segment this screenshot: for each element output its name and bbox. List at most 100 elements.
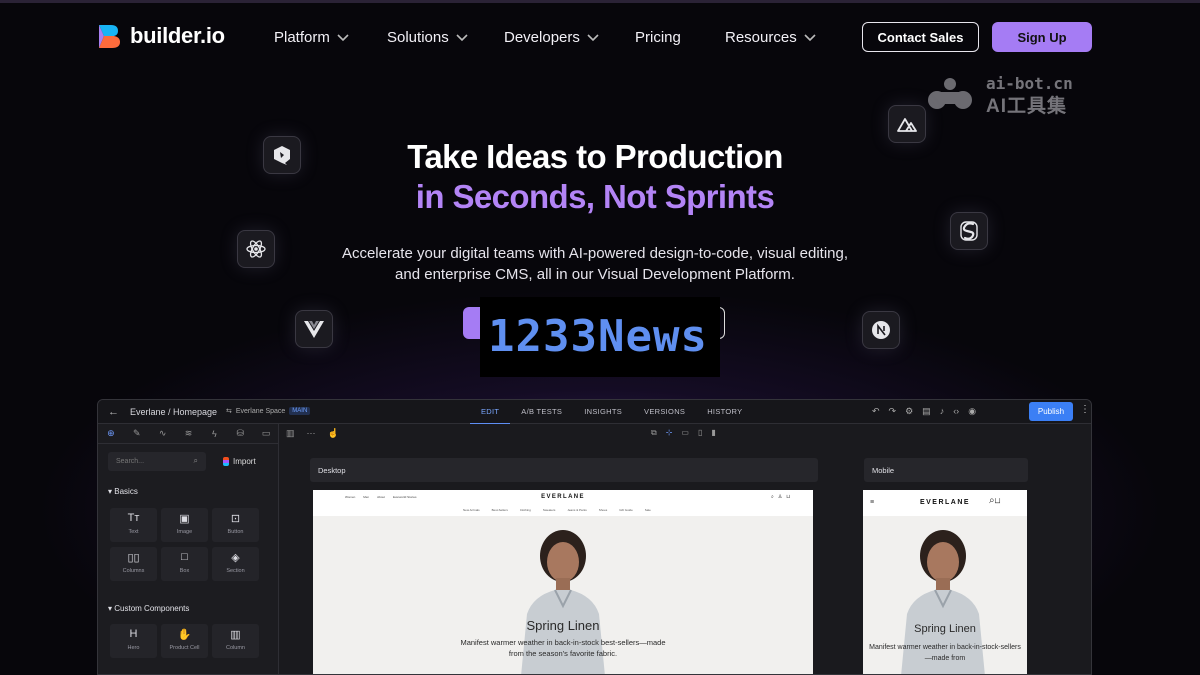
code-icon[interactable]: ‹› bbox=[953, 406, 959, 417]
space-tag: MAIN bbox=[289, 407, 311, 415]
site-header: Women Men About Everworld Stories EVERLA… bbox=[313, 490, 813, 516]
save-icon[interactable]: ▤ bbox=[922, 406, 931, 417]
ruler-icon[interactable]: ⋯ bbox=[307, 428, 316, 439]
news-watermark-overlay: 1233News bbox=[480, 297, 720, 377]
animation-tab-icon[interactable]: ∿ bbox=[150, 428, 176, 439]
import-button[interactable]: Import bbox=[223, 457, 256, 466]
block-column[interactable]: ▥ Column bbox=[212, 624, 259, 658]
category-link: Sweaters bbox=[542, 508, 556, 512]
undo-icon[interactable]: ↶ bbox=[872, 406, 880, 417]
search-icon: ⌕ bbox=[193, 456, 198, 465]
watermark: ai-bot.cn AI工具集 bbox=[924, 72, 1094, 117]
menu-label: Resources bbox=[725, 29, 797, 46]
hero-title: Take Ideas to Production bbox=[407, 138, 783, 175]
custom-components-section-header[interactable]: ▾ Custom Components bbox=[108, 604, 189, 613]
user-icon: ♙ bbox=[777, 494, 783, 500]
hero-description: Manifest warmer weather in back-in-stock… bbox=[869, 644, 1021, 662]
button-icon: ⊡ bbox=[230, 513, 241, 525]
block-label: Column bbox=[226, 645, 245, 651]
basics-section-header[interactable]: ▾ Basics bbox=[108, 487, 138, 496]
site-header: ≡ EVERLANE ⌕⊔ bbox=[863, 490, 1027, 516]
menu-label: Developers bbox=[504, 29, 580, 46]
editor-tools: ↶ ↷ ⚙ ▤ ♪ ‹› ◉ bbox=[872, 406, 976, 417]
menu-label: Solutions bbox=[387, 29, 449, 46]
component-search-input[interactable]: Search... ⌕ bbox=[108, 452, 206, 471]
bell-icon[interactable]: ♪ bbox=[940, 406, 945, 417]
sign-up-button[interactable]: Sign Up bbox=[992, 22, 1092, 52]
block-button[interactable]: ⊡ Button bbox=[212, 508, 259, 542]
tab-edit[interactable]: EDIT bbox=[470, 400, 511, 424]
tab-insights[interactable]: INSIGHTS bbox=[573, 400, 633, 424]
menu-item-resources[interactable]: Resources bbox=[725, 29, 825, 46]
publish-button[interactable]: Publish bbox=[1029, 402, 1073, 421]
vue-icon bbox=[295, 310, 333, 348]
hero-headline: Spring Linen bbox=[526, 618, 600, 633]
builder-logo-icon bbox=[99, 25, 120, 48]
canvas-toolbar: ▥ ⋯ ☝ bbox=[286, 428, 339, 439]
site-icons: ⌕ ♙ ⊔ bbox=[771, 494, 790, 500]
box-icon: □ bbox=[181, 551, 188, 563]
nuxt-icon bbox=[888, 105, 926, 143]
block-product-cell[interactable]: ✋ Product Cell bbox=[161, 624, 208, 658]
tab-history[interactable]: HISTORY bbox=[696, 400, 753, 424]
search-placeholder: Search... bbox=[116, 458, 145, 465]
qwik-icon bbox=[263, 136, 301, 174]
block-columns[interactable]: ▯▯ Columns bbox=[110, 547, 157, 581]
insert-tab-icon[interactable]: ⊕ bbox=[98, 428, 124, 439]
breakpoints-icon[interactable]: ⧉ bbox=[651, 428, 657, 438]
tab-ab-tests[interactable]: A/B TESTS bbox=[510, 400, 573, 424]
category-link: Jeans & Pants bbox=[567, 508, 587, 512]
menu-label: Pricing bbox=[635, 29, 681, 46]
category-link: New Arrivals bbox=[463, 508, 480, 512]
import-label: Import bbox=[233, 457, 256, 466]
space-selector[interactable]: ⇆ Everlane Space MAIN bbox=[226, 407, 311, 415]
insert-panel: ⊕ ✎ ∿ ≋ ϟ ⛁ ▭ Search... ⌕ Import ▾ Basic… bbox=[98, 424, 279, 674]
menu-item-platform[interactable]: Platform bbox=[274, 29, 387, 46]
mobile-preview[interactable]: ≡ EVERLANE ⌕⊔ Spring Linen Manifest warm… bbox=[863, 490, 1027, 674]
menu-item-developers[interactable]: Developers bbox=[504, 29, 635, 46]
cart-icon: ⊔ bbox=[786, 494, 791, 500]
data-tab-icon[interactable]: ⛁ bbox=[227, 428, 253, 439]
hero-icon: H bbox=[129, 628, 138, 640]
block-section[interactable]: ◈ Section bbox=[212, 547, 259, 581]
back-arrow-icon[interactable]: ← bbox=[108, 406, 119, 418]
style-tab-icon[interactable]: ✎ bbox=[124, 428, 150, 439]
interact-hand-icon[interactable]: ☝ bbox=[328, 428, 339, 439]
tablet-icon[interactable]: ▯ bbox=[698, 428, 702, 438]
category-link: Best-Sellers bbox=[491, 508, 508, 512]
editor-tabs: EDIT A/B TESTS INSIGHTS VERSIONS HISTORY bbox=[470, 400, 753, 424]
watermark-logo-icon bbox=[928, 78, 972, 109]
layers-tab-icon[interactable]: ≋ bbox=[176, 428, 202, 439]
redo-icon[interactable]: ↷ bbox=[889, 406, 897, 417]
columns-icon: ▯▯ bbox=[127, 552, 140, 564]
menu-item-solutions[interactable]: Solutions bbox=[387, 29, 504, 46]
more-menu-icon[interactable]: ⋮ bbox=[1080, 404, 1090, 415]
main-menu: Platform Solutions Developers Pricing Re… bbox=[274, 29, 825, 46]
tab-versions[interactable]: VERSIONS bbox=[633, 400, 696, 424]
settings-icon[interactable]: ⚙ bbox=[905, 406, 913, 417]
hero-title-accent: in Seconds, Not Sprints bbox=[415, 178, 775, 215]
space-label: Everlane Space bbox=[235, 407, 286, 415]
comments-tab-icon[interactable]: ▭ bbox=[253, 428, 279, 439]
news-overlay-text: 1233News bbox=[488, 311, 708, 362]
contact-sales-button[interactable]: Contact Sales bbox=[862, 22, 979, 52]
block-label: Columns bbox=[122, 568, 145, 574]
panel-toggle-icon[interactable]: ▥ bbox=[286, 428, 295, 439]
menu-item-pricing[interactable]: Pricing bbox=[635, 29, 725, 46]
actions-tab-icon[interactable]: ϟ bbox=[201, 429, 227, 439]
block-text[interactable]: Tт Text bbox=[110, 508, 157, 542]
logo[interactable]: builder.io bbox=[96, 23, 225, 49]
block-hero[interactable]: H Hero bbox=[110, 624, 157, 658]
block-label: Section bbox=[226, 568, 245, 574]
block-image[interactable]: ▣ Image bbox=[161, 508, 208, 542]
mobile-icon[interactable]: ▮ bbox=[711, 428, 715, 438]
block-label: Image bbox=[176, 529, 193, 535]
preview-eye-icon[interactable]: ◉ bbox=[968, 406, 976, 417]
editor-breadcrumb[interactable]: Everlane / Homepage bbox=[130, 407, 217, 417]
menu-label: Platform bbox=[274, 29, 330, 46]
select-icon[interactable]: ⊹ bbox=[666, 428, 673, 438]
desktop-preview[interactable]: Women Men About Everworld Stories EVERLA… bbox=[313, 490, 813, 674]
desktop-icon[interactable]: ▭ bbox=[681, 428, 689, 438]
mobile-frame-label: Mobile bbox=[864, 458, 1028, 482]
block-box[interactable]: □ Box bbox=[161, 547, 208, 581]
